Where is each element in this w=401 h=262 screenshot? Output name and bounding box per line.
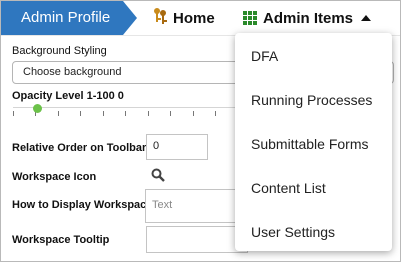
- breadcrumb-arrow: [123, 1, 137, 35]
- order-label: Relative Order on Toolbar: [12, 142, 147, 154]
- background-select-value: Choose background: [23, 66, 122, 78]
- window: Admin Profile Home Admin Items Backgroun…: [0, 0, 401, 262]
- top-navigation: Admin Profile Home Admin Items: [1, 1, 400, 35]
- tooltip-input[interactable]: [146, 226, 248, 253]
- opacity-value: 0: [117, 90, 124, 102]
- keys-icon: [152, 7, 168, 30]
- bg-styling-label: Background Styling: [12, 45, 107, 57]
- display-select-value: Text: [152, 199, 173, 211]
- home-label: Home: [173, 9, 215, 27]
- menu-item-submittable-forms[interactable]: Submittable Forms: [251, 136, 368, 152]
- admin-items-menu-toggle[interactable]: Admin Items: [243, 7, 372, 29]
- display-select[interactable]: Text: [145, 189, 247, 223]
- home-link[interactable]: Home: [152, 7, 215, 29]
- caret-up-icon: [361, 15, 372, 21]
- opacity-label-text: Opacity Level 1-100: [12, 90, 115, 102]
- order-input-value: 0: [153, 140, 160, 152]
- opacity-label: Opacity Level 1-100 0: [12, 90, 124, 102]
- menu-item-user-settings[interactable]: User Settings: [251, 224, 335, 240]
- opacity-slider-track[interactable]: [13, 107, 238, 108]
- display-label: How to Display Workspace: [12, 199, 153, 211]
- menu-item-running-processes[interactable]: Running Processes: [251, 92, 372, 108]
- grid-icon: [243, 11, 257, 25]
- breadcrumb-label: Admin Profile: [21, 9, 111, 26]
- tooltip-label: Workspace Tooltip: [12, 234, 110, 246]
- search-icon[interactable]: [151, 168, 165, 182]
- menu-item-content-list[interactable]: Content List: [251, 180, 326, 196]
- menu-item-dfa[interactable]: DFA: [251, 48, 278, 64]
- opacity-slider-ticks: [13, 111, 238, 117]
- admin-items-label: Admin Items: [263, 9, 354, 27]
- order-input[interactable]: 0: [146, 134, 208, 160]
- admin-items-dropdown: DFA Running Processes Submittable Forms …: [235, 33, 392, 251]
- workspace-icon-label: Workspace Icon: [12, 171, 97, 183]
- opacity-slider-handle[interactable]: [33, 104, 42, 113]
- breadcrumb[interactable]: Admin Profile: [1, 1, 137, 35]
